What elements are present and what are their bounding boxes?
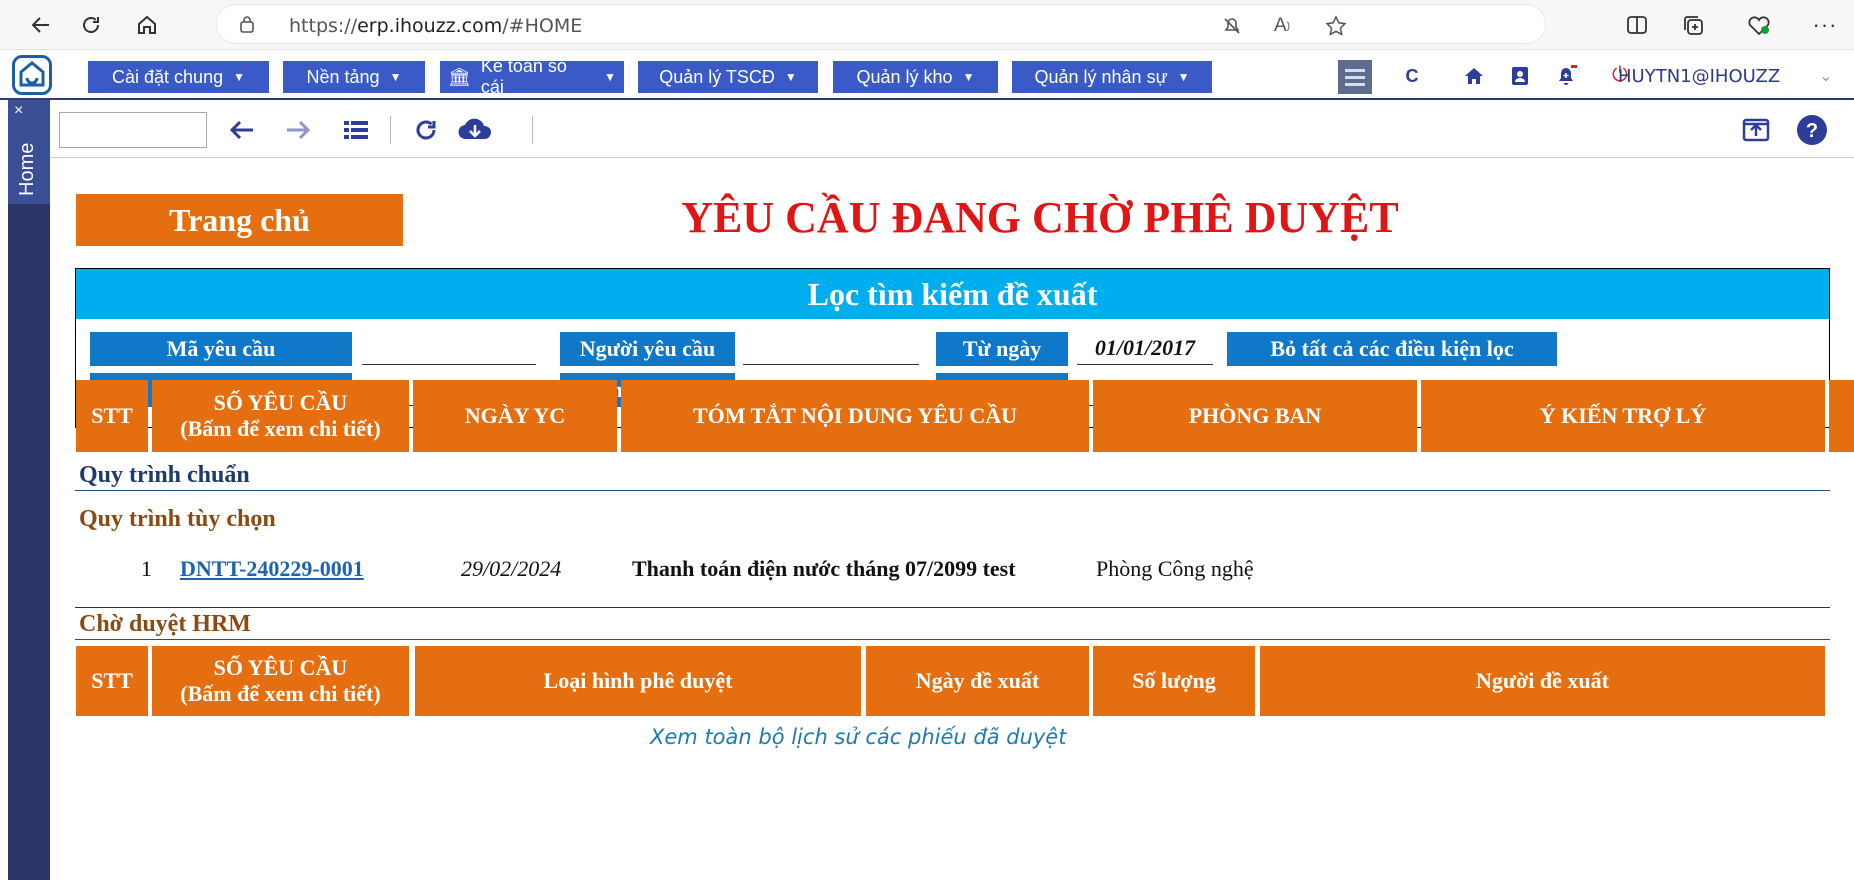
ma-yeu-cau-input[interactable] [362, 331, 536, 365]
section-divider [75, 490, 1830, 491]
col-so-yeu-cau: SỐ YÊU CẦU (Bấm để xem chi tiết) [152, 380, 409, 452]
col-ngay-yc: NGÀY YC [413, 380, 617, 452]
menu-quan-ly-nhan-su[interactable]: Quản lý nhân sự ▼ [1012, 61, 1212, 93]
chevron-down-icon: ▼ [604, 70, 616, 84]
section-quy-trinh-tuy-chon: Quy trình tùy chọn [79, 506, 276, 532]
health-icon[interactable] [1742, 8, 1776, 42]
open-external-icon[interactable] [1740, 114, 1772, 146]
approval-history-link[interactable]: Xem toàn bộ lịch sử các phiếu đã duyệt [650, 725, 1066, 749]
favorite-icon[interactable] [1321, 11, 1351, 41]
col-loai-hinh: Loại hình phê duyệt [415, 646, 861, 716]
col-so-luong: Số lượng [1093, 646, 1255, 716]
app-logo[interactable] [12, 55, 52, 95]
row-divider [75, 607, 1830, 608]
col-y-kien-tro-ly: Ý KIẾN TRỢ LÝ [1421, 380, 1825, 452]
quick-search-input[interactable] [59, 112, 207, 148]
filter-title: Lọc tìm kiếm đề xuất [76, 269, 1829, 319]
user-account[interactable]: HUYTN1@IHOUZZ [1618, 66, 1780, 87]
request-number-link[interactable]: DNTT-240229-0001 [180, 556, 364, 582]
clear-filters-button[interactable]: Bỏ tất cả các điều kiện lọc [1227, 332, 1557, 366]
page-title: YÊU CẦU ĐANG CHỜ PHÊ DUYỆT [681, 193, 1399, 242]
reload-icon[interactable] [410, 114, 442, 146]
more-icon[interactable]: ··· [1808, 8, 1842, 42]
bank-icon: 🏛 [448, 66, 471, 87]
chevron-down-icon: ▼ [962, 70, 975, 84]
chevron-down-icon[interactable]: ⌄ [1812, 62, 1840, 90]
back-arrow-icon[interactable] [226, 114, 258, 146]
col-phong-ban: PHÒNG BAN [1093, 380, 1417, 452]
lock-icon[interactable] [239, 15, 255, 33]
list-icon[interactable] [340, 114, 372, 146]
col-nguoi-de-xuat: Người đề xuất [1260, 646, 1825, 716]
tu-ngay-input[interactable]: 01/01/2017 [1077, 331, 1213, 365]
chevron-down-icon: ▼ [1177, 70, 1190, 84]
chevron-down-icon: ▼ [389, 70, 402, 84]
back-icon[interactable] [24, 8, 58, 42]
col-extra [1829, 380, 1854, 452]
contact-icon[interactable] [1506, 62, 1534, 90]
chevron-down-icon: ▼ [233, 70, 245, 84]
row-phong-ban: Phòng Công nghệ [1096, 556, 1254, 581]
home-icon[interactable] [130, 8, 164, 42]
section-divider [75, 639, 1830, 640]
nguoi-yeu-cau-input[interactable] [743, 331, 919, 365]
mute-icon[interactable] [1217, 11, 1247, 41]
toolbar-divider [390, 116, 391, 144]
read-aloud-icon[interactable]: A) [1267, 11, 1297, 41]
hamburger-menu-icon[interactable] [1338, 60, 1372, 94]
menu-quan-ly-tscd[interactable]: Quản lý TSCĐ ▼ [638, 61, 818, 93]
help-icon[interactable]: ? [1796, 114, 1828, 146]
row-stt: 1 [141, 556, 152, 581]
col-stt: STT [76, 646, 148, 716]
col-tom-tat: TÓM TẮT NỘI DUNG YÊU CẦU [621, 380, 1089, 452]
label-nguoi-yeu-cau: Người yêu cầu [560, 332, 735, 366]
left-tab-strip: × Home [8, 100, 50, 880]
close-tab-icon[interactable]: × [14, 102, 23, 120]
home-tab-label: Home [16, 142, 38, 196]
menu-quan-ly-kho[interactable]: Quản lý kho ▼ [833, 61, 998, 93]
home-icon[interactable] [1460, 62, 1488, 90]
label-tu-ngay: Từ ngày [936, 332, 1068, 366]
home-tab[interactable]: × Home [8, 100, 50, 204]
cloud-download-icon[interactable] [455, 114, 495, 146]
notification-bell-icon[interactable] [1552, 62, 1580, 90]
split-screen-icon[interactable] [1620, 8, 1654, 42]
collections-icon[interactable] [1676, 8, 1710, 42]
menu-ke-toan-so-cai[interactable]: 🏛 Kế toán sổ cái ▼ [440, 56, 624, 97]
forward-arrow-icon[interactable] [282, 114, 314, 146]
label-ma-yeu-cau: Mã yêu cầu [90, 332, 352, 366]
row-noi-dung: Thanh toán điện nước tháng 07/2099 test [632, 556, 1016, 581]
address-bar[interactable]: https://erp.ihouzz.com/#HOME A) [216, 4, 1546, 44]
page-toolbar: ? [50, 102, 1854, 158]
row-ngay: 29/02/2024 [461, 556, 562, 581]
url-text[interactable]: https://erp.ihouzz.com/#HOME [289, 15, 582, 37]
toolbar-divider [532, 116, 533, 144]
col-ngay-de-xuat: Ngày đề xuất [866, 646, 1089, 716]
c-button[interactable]: C [1398, 62, 1426, 90]
menu-cai-dat-chung[interactable]: Cài đặt chung ▼ [88, 61, 269, 93]
col-so-yeu-cau: SỐ YÊU CẦU (Bấm để xem chi tiết) [152, 646, 409, 716]
chevron-down-icon: ▼ [784, 70, 797, 84]
col-stt: STT [76, 380, 148, 452]
home-content: Trang chủ YÊU CẦU ĐANG CHỜ PHÊ DUYỆT Lọc… [50, 158, 1854, 880]
svg-text:?: ? [1806, 120, 1818, 142]
section-cho-duyet-hrm: Chờ duyệt HRM [79, 611, 251, 637]
home-button[interactable]: Trang chủ [76, 194, 403, 246]
app-menu-bar: Cài đặt chung ▼ Nền tảng ▼ 🏛 Kế toán sổ cái… [0, 50, 1854, 100]
section-quy-trinh-chuan: Quy trình chuẩn [79, 462, 250, 488]
refresh-icon[interactable] [74, 8, 108, 42]
browser-toolbar: https://erp.ihouzz.com/#HOME A) ··· [0, 0, 1854, 50]
menu-nen-tang[interactable]: Nền tảng ▼ [283, 61, 425, 93]
